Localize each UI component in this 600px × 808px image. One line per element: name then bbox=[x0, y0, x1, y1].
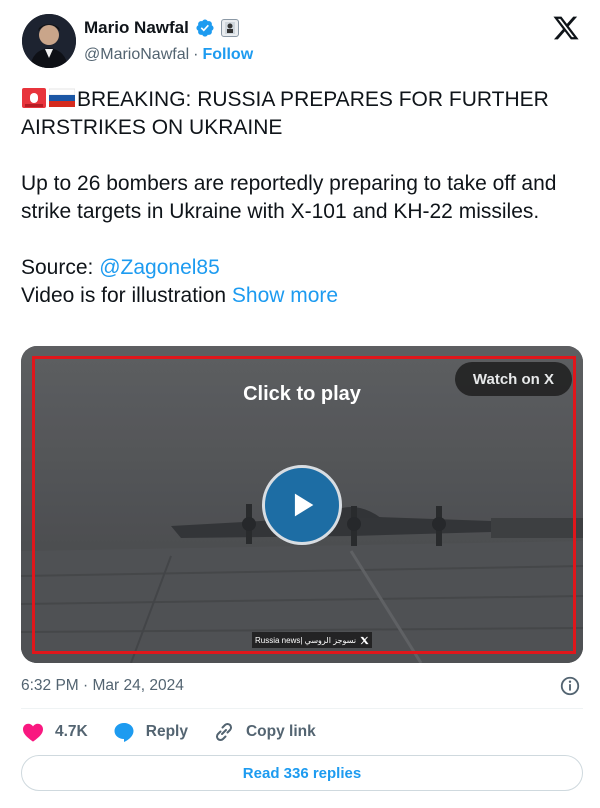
tweet-source-line: Source: @Zagonel85 bbox=[21, 254, 581, 282]
tweet-timestamp[interactable]: 6:32 PM · Mar 24, 2024 bbox=[21, 677, 184, 695]
headline-text: BREAKING: RUSSIA PREPARES FOR FURTHER AI… bbox=[21, 88, 549, 139]
author-name-row: Mario Nawfal bbox=[84, 16, 239, 40]
russia-flag-icon bbox=[49, 88, 75, 107]
watermark-text: Russia news| نسوجز الروسي bbox=[255, 635, 357, 645]
play-icon bbox=[294, 493, 314, 517]
click-to-play-label[interactable]: Click to play bbox=[21, 383, 583, 406]
video-player[interactable]: Watch on X Click to play Russia news| نس… bbox=[21, 346, 583, 663]
verified-badge-icon bbox=[196, 19, 214, 37]
divider bbox=[21, 708, 583, 709]
tweet-headline: BREAKING: RUSSIA PREPARES FOR FURTHER AI… bbox=[21, 86, 581, 142]
source-label: Source: bbox=[21, 256, 100, 279]
read-replies-button[interactable]: Read 336 replies bbox=[21, 755, 583, 791]
reply-label: Reply bbox=[145, 723, 188, 740]
like-button[interactable]: 4.7K bbox=[21, 720, 88, 744]
tweet-illustration-line: Video is for illustration Show more bbox=[21, 282, 581, 310]
handle-separator: · bbox=[193, 46, 199, 63]
info-icon[interactable] bbox=[559, 675, 581, 697]
illustration-text: Video is for illustration bbox=[21, 284, 232, 307]
copy-link-button[interactable]: Copy link bbox=[212, 720, 316, 744]
action-bar: 4.7K Reply Copy link bbox=[21, 717, 340, 747]
affiliate-image bbox=[224, 22, 235, 34]
avatar-image bbox=[22, 14, 76, 68]
show-more-link[interactable]: Show more bbox=[232, 284, 338, 307]
author-display-name[interactable]: Mario Nawfal bbox=[84, 18, 189, 38]
tweet-body-paragraph: Up to 26 bombers are reportedly preparin… bbox=[21, 172, 557, 223]
x-logo-icon[interactable] bbox=[552, 14, 580, 42]
author-handle-row: @MarioNawfal · Follow bbox=[84, 46, 253, 64]
video-watermark: Russia news| نسوجز الروسي bbox=[252, 632, 373, 648]
avatar[interactable] bbox=[22, 14, 76, 68]
like-count: 4.7K bbox=[55, 723, 88, 740]
author-handle[interactable]: @MarioNawfal bbox=[84, 46, 189, 64]
watermark-x-icon bbox=[360, 636, 369, 644]
tweet-card: Mario Nawfal @MarioNawfal · Follow BREAK… bbox=[0, 0, 600, 808]
follow-button[interactable]: Follow bbox=[202, 46, 253, 64]
reply-bubble-icon bbox=[114, 723, 134, 742]
tweet-text: BREAKING: RUSSIA PREPARES FOR FURTHER AI… bbox=[21, 86, 581, 310]
play-button[interactable] bbox=[262, 465, 342, 545]
reply-button[interactable]: Reply bbox=[112, 720, 188, 744]
link-icon bbox=[215, 722, 232, 742]
source-mention-link[interactable]: @Zagonel85 bbox=[99, 256, 220, 279]
copy-link-label: Copy link bbox=[245, 723, 316, 740]
affiliate-badge-icon bbox=[220, 19, 239, 37]
rotating-light-icon bbox=[22, 88, 46, 108]
heart-icon bbox=[23, 723, 43, 742]
